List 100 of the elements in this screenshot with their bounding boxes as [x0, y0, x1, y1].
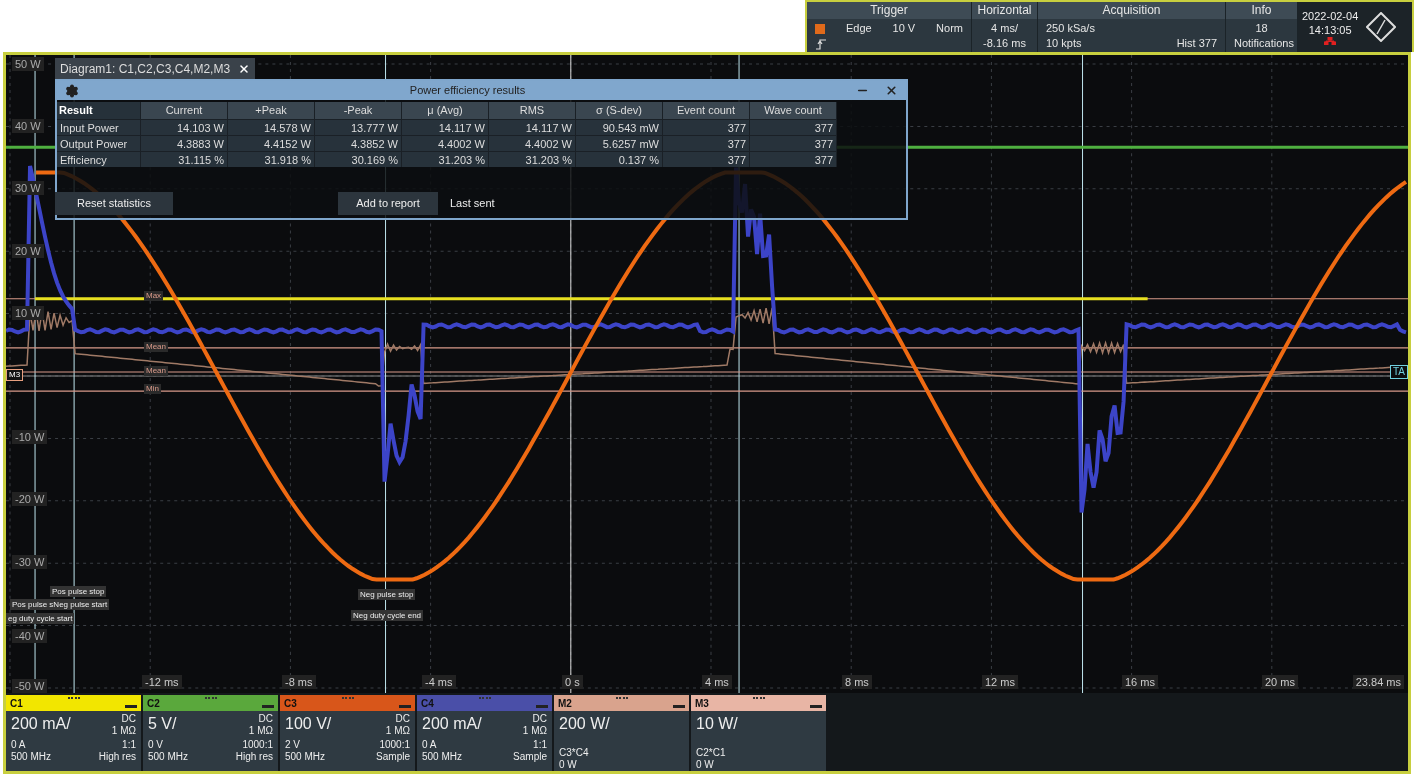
section-header: Horizontal — [972, 2, 1037, 19]
math-formula: C2*C1 — [696, 747, 727, 759]
column-header: +Peak — [228, 102, 315, 119]
section-header: Acquisition — [1038, 2, 1225, 19]
notifications-label: Notifications — [1234, 37, 1294, 49]
table-cell: 31.203 % — [402, 151, 489, 167]
settings-icon[interactable] — [65, 83, 79, 98]
x-axis-label: 12 ms — [982, 675, 1018, 689]
minimize-icon[interactable] — [810, 704, 822, 708]
table-cell: 14.117 W — [489, 119, 576, 135]
vertical-scale: 200 mA/ — [11, 714, 71, 734]
notification-count: 18 — [1255, 22, 1268, 34]
table-cell: 31.918 % — [228, 151, 315, 167]
bandwidth: 500 MHz — [11, 751, 51, 763]
table-cell: 4.4002 W — [402, 135, 489, 151]
y-axis-label: 50 W — [12, 57, 44, 71]
math-value: 0 W — [559, 759, 578, 771]
x-axis-label: 20 ms — [1262, 675, 1298, 689]
section-header: Info — [1226, 2, 1297, 19]
channel-name: M2 — [558, 696, 572, 711]
bandwidth: 500 MHz — [148, 751, 188, 763]
column-header: σ (S-dev) — [576, 102, 663, 119]
acquisition-mode: High res — [98, 751, 136, 763]
time: 14:13:05 — [1308, 23, 1352, 37]
close-icon[interactable] — [238, 62, 251, 75]
probe-ratio: 1000:1 — [379, 739, 410, 751]
y-axis-label: -50 W — [12, 679, 48, 693]
bandwidth: 500 MHz — [285, 751, 325, 763]
acquisition-mode: Sample — [513, 751, 547, 763]
offset: 2 V — [285, 739, 300, 751]
table-cell: 377 — [750, 119, 837, 135]
input-impedance: 1 MΩ — [248, 725, 273, 737]
channel-card[interactable]: C1 200 mA/ DC 1 MΩ 0 A 1:1 500 MHz High res — [6, 695, 141, 771]
table-cell: Input Power — [57, 119, 141, 135]
column-header: Wave count — [750, 102, 837, 119]
statistic-label: Min — [144, 384, 161, 394]
input-impedance: 1 MΩ — [111, 725, 136, 737]
y-axis-label: -40 W — [12, 629, 48, 643]
acquisition-mode: High res — [235, 751, 273, 763]
trigger-type: Edge — [845, 21, 872, 36]
coupling: DC — [121, 713, 136, 725]
table-cell: 377 — [663, 151, 750, 167]
channel-card[interactable]: C3 100 V/ DC 1 MΩ 2 V 1000:1 500 MHz Sample — [280, 695, 415, 771]
table-cell: 30.169 % — [315, 151, 402, 167]
reset-statistics-button[interactable]: Reset statistics — [55, 192, 173, 215]
table-cell: 4.4002 W — [489, 135, 576, 151]
column-header: -Peak — [315, 102, 402, 119]
y-axis-label: 40 W — [12, 119, 44, 134]
table-cell: 377 — [750, 151, 837, 167]
logo-icon — [1366, 12, 1397, 42]
statistic-label: Mean — [144, 366, 168, 376]
minimize-icon[interactable] — [262, 704, 274, 708]
table-cell: 377 — [663, 119, 750, 135]
channel-card[interactable]: M2 200 W/ C3*C4 0 W — [554, 695, 689, 771]
channel-name: C1 — [10, 696, 23, 711]
time-scale: 4 ms/ — [991, 22, 1018, 34]
channel-card[interactable]: C2 5 V/ DC 1 MΩ 0 V 1000:1 500 MHz High res — [143, 695, 278, 771]
time-position: -8.16 ms — [983, 37, 1026, 49]
minimize-icon[interactable] — [673, 704, 685, 708]
input-impedance: 1 MΩ — [385, 725, 410, 737]
table-cell: 14.117 W — [402, 119, 489, 135]
vertical-scale: 10 W/ — [696, 714, 739, 734]
column-header: Current — [141, 102, 228, 119]
x-axis-label: 8 ms — [842, 675, 872, 689]
rising-edge-icon — [815, 38, 827, 50]
measurement-annotation: Pos pulse stop — [50, 586, 107, 597]
channel-card[interactable]: C4 200 mA/ DC 1 MΩ 0 A 1:1 500 MHz Sample — [417, 695, 552, 771]
column-header: Result — [57, 102, 141, 119]
table-cell: 4.4152 W — [228, 135, 315, 151]
record-length: 10 kpts — [1046, 36, 1082, 51]
coupling: DC — [395, 713, 410, 725]
input-impedance: 1 MΩ — [522, 725, 547, 737]
acquisition-mode: Sample — [376, 751, 410, 763]
diagram-tab[interactable]: Diagram1: C1,C2,C3,C4,M2,M3 — [55, 58, 256, 79]
report-status: Last sent — [450, 196, 495, 212]
column-header: μ (Avg) — [402, 102, 489, 119]
history-count: Hist 377 — [1176, 36, 1217, 51]
table-cell: 377 — [750, 135, 837, 151]
table-cell: 31.203 % — [489, 151, 576, 167]
add-to-report-button[interactable]: Add to report — [338, 192, 438, 215]
y-axis-label: 30 W — [12, 181, 44, 196]
measurement-annotation: eg duty cycle start — [6, 613, 75, 624]
x-axis-label: 4 ms — [702, 675, 732, 689]
offset: 0 A — [11, 739, 26, 751]
table-cell: 13.777 W — [315, 119, 402, 135]
channel-name: C4 — [421, 696, 434, 711]
y-axis-label: -20 W — [12, 492, 48, 507]
trigger-threshold: 10 V — [892, 21, 916, 36]
channel-card[interactable]: M3 10 W/ C2*C1 0 W — [691, 695, 826, 771]
offset: 0 A — [422, 739, 437, 751]
table-cell: 90.543 mW — [576, 119, 663, 135]
x-axis-label: -4 ms — [422, 675, 456, 689]
minimize-icon[interactable] — [125, 704, 137, 708]
probe-ratio: 1:1 — [122, 739, 136, 751]
table-cell: 31.115 % — [141, 151, 228, 167]
column-header: Event count — [663, 102, 750, 119]
close-icon[interactable] — [885, 84, 898, 97]
x-axis-label: 23.84 ms — [1352, 675, 1404, 689]
x-axis-label: -8 ms — [282, 675, 316, 689]
network-icon — [1324, 37, 1337, 45]
